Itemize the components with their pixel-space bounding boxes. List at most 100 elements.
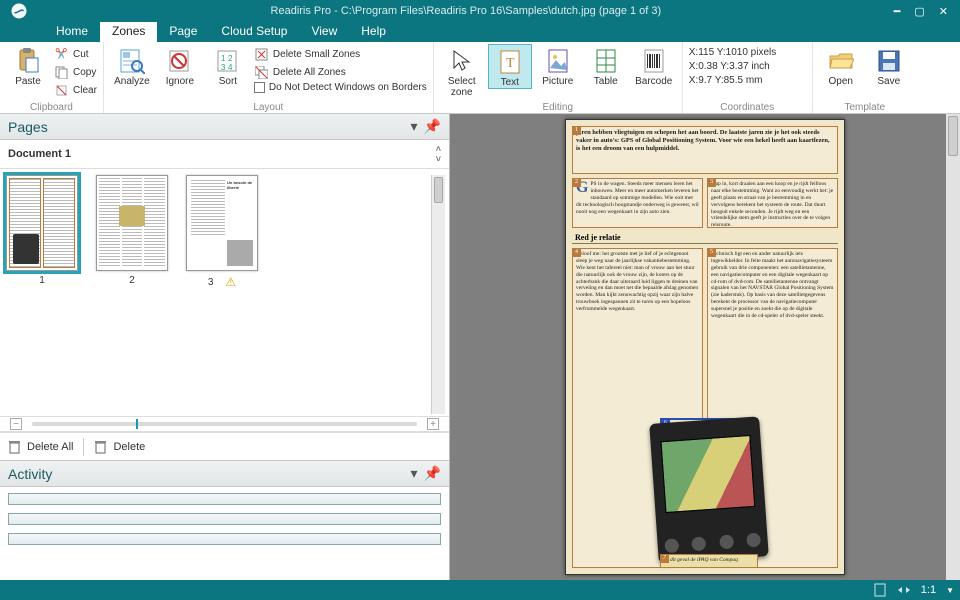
clipboard-group-label: Clipboard [6, 102, 97, 113]
ribbon-group-editing: Select zone TText Picture Table Barcode … [434, 42, 683, 113]
coordinates-readout: X:115 Y:1010 pixels X:0.38 Y:3.37 inch X… [689, 44, 776, 88]
svg-text:3: 3 [221, 63, 226, 72]
delete-all-icon [254, 65, 269, 80]
left-panel: Pages ▾ 📌 Document 1 ˄˅ 1 [0, 114, 450, 580]
delete-page-button[interactable]: Delete [94, 440, 145, 454]
tab-zones[interactable]: Zones [100, 22, 157, 42]
tab-home[interactable]: Home [44, 22, 100, 42]
pin-icon[interactable]: 📌 [424, 465, 441, 482]
coordinates-group-label: Coordinates [689, 102, 806, 113]
select-zone-button[interactable]: Select zone [440, 44, 484, 98]
zone-text[interactable]: 2GPS in de wagen. Steeds meer mensen ler… [572, 178, 703, 228]
folder-open-icon [826, 46, 856, 76]
thumb-number: 3 [208, 277, 214, 288]
minimize-button[interactable]: ━ [894, 5, 901, 18]
paste-label: Paste [15, 76, 41, 87]
activity-pane: Activity ▾ 📌 [0, 460, 449, 580]
no-detect-windows-checkbox[interactable]: Do Not Detect Windows on Borders [254, 82, 427, 93]
sort-icon: 1234 [213, 46, 243, 76]
activity-body [0, 487, 449, 580]
delete-small-icon [254, 47, 269, 62]
activity-title: Activity [8, 466, 52, 482]
dropdown-icon[interactable]: ▾ [411, 118, 418, 135]
fit-page-icon[interactable] [873, 583, 887, 597]
pages-title: Pages [8, 119, 48, 135]
activity-pane-header: Activity ▾ 📌 [0, 461, 449, 487]
zone-subheading[interactable]: Red je relatie [572, 232, 838, 244]
ribbon-group-coordinates: X:115 Y:1010 pixels X:0.38 Y:3.37 inch X… [683, 42, 813, 113]
zone-headline[interactable]: 1 jaren hebben vliegtuigen en schepen he… [572, 126, 838, 174]
window-title: Readiris Pro - C:\Program Files\Readiris… [38, 5, 894, 17]
sort-button[interactable]: 1234Sort [206, 44, 250, 87]
table-icon [591, 46, 621, 76]
ribbon-group-template: Open Save Template [813, 42, 917, 113]
close-button[interactable]: ✕ [939, 5, 948, 18]
maximize-button[interactable]: ▢ [914, 5, 924, 18]
trash-icon [8, 440, 22, 454]
ribbon-group-layout: Analyze Ignore 1234Sort Delete Small Zon… [104, 42, 434, 113]
text-zone-button[interactable]: TText [488, 44, 532, 89]
zoom-in-icon[interactable]: + [427, 418, 439, 430]
progress-bar [8, 493, 441, 505]
svg-text:T: T [506, 56, 515, 71]
analyze-button[interactable]: Analyze [110, 44, 154, 87]
preview-scrollbar[interactable] [946, 114, 960, 580]
app-logo-icon [6, 0, 32, 22]
checkbox-icon [254, 82, 265, 93]
barcode-icon [639, 46, 669, 76]
zoom-dropdown-icon[interactable]: ▼ [946, 586, 954, 595]
save-icon [874, 46, 904, 76]
template-group-label: Template [819, 102, 911, 113]
doc-updown-icon[interactable]: ˄˅ [436, 144, 441, 164]
pages-pane-header: Pages ▾ 📌 [0, 114, 449, 140]
tab-view[interactable]: View [299, 22, 349, 42]
ribbon-tabs: Home Zones Page Cloud Setup View Help [0, 22, 960, 42]
progress-bar [8, 513, 441, 525]
cut-icon: ✂️ [54, 47, 69, 62]
layout-group-label: Layout [110, 102, 427, 113]
clear-icon [54, 83, 69, 98]
pin-icon[interactable]: 📌 [424, 118, 441, 135]
template-open-button[interactable]: Open [819, 44, 863, 87]
template-save-button[interactable]: Save [867, 44, 911, 87]
paste-button[interactable]: Paste [6, 44, 50, 87]
thumb-number: 1 [39, 275, 45, 286]
zone-caption[interactable]: 7In dit geval de iPAQ van Compaq [660, 554, 758, 568]
copy-icon [54, 65, 69, 80]
preview-area[interactable]: 1 jaren hebben vliegtuigen en schepen he… [450, 114, 960, 580]
page-thumb-1[interactable]: 1 [6, 175, 78, 286]
thumb-zoom-slider[interactable]: − + [0, 416, 449, 432]
zone-text[interactable]: 3Stap in, kort draaien aan een knop en j… [707, 178, 838, 228]
scanned-page: 1 jaren hebben vliegtuigen en schepen he… [565, 119, 845, 575]
tab-help[interactable]: Help [349, 22, 398, 42]
document-label[interactable]: Document 1 ˄˅ [0, 140, 449, 169]
clear-button[interactable]: Clear [54, 82, 97, 99]
delete-all-zones-button[interactable]: Delete All Zones [254, 64, 427, 81]
table-zone-button[interactable]: Table [584, 44, 628, 87]
zoom-ratio: 1:1 [921, 584, 936, 596]
zoom-out-icon[interactable]: − [10, 418, 22, 430]
progress-bar [8, 533, 441, 545]
ignore-button[interactable]: Ignore [158, 44, 202, 87]
cut-button[interactable]: ✂️Cut [54, 46, 97, 63]
barcode-zone-button[interactable]: Barcode [632, 44, 676, 87]
delete-all-pages-button[interactable]: Delete All [8, 440, 73, 454]
cursor-icon [447, 46, 477, 76]
paste-icon [13, 46, 43, 76]
status-bar: 1:1 ▼ [0, 580, 960, 600]
warning-icon: ⚠ [225, 275, 236, 289]
page-thumb-2[interactable]: 2 [96, 175, 168, 286]
thumb-number: 2 [129, 275, 135, 286]
fit-width-icon[interactable] [897, 583, 911, 597]
thumbs-scrollbar[interactable] [431, 175, 445, 414]
tab-cloud-setup[interactable]: Cloud Setup [209, 22, 299, 42]
thumbnails-viewport: 1 2 Un besoin de liberté 3 [0, 169, 449, 416]
page-thumb-3[interactable]: Un besoin de liberté 3 ⚠ [186, 175, 258, 289]
svg-text:4: 4 [228, 63, 233, 72]
delete-small-zones-button[interactable]: Delete Small Zones [254, 46, 427, 63]
picture-zone-button[interactable]: Picture [536, 44, 580, 87]
svg-text:1: 1 [221, 54, 226, 63]
copy-button[interactable]: Copy [54, 64, 97, 81]
tab-page[interactable]: Page [157, 22, 209, 42]
dropdown-icon[interactable]: ▾ [411, 465, 418, 482]
